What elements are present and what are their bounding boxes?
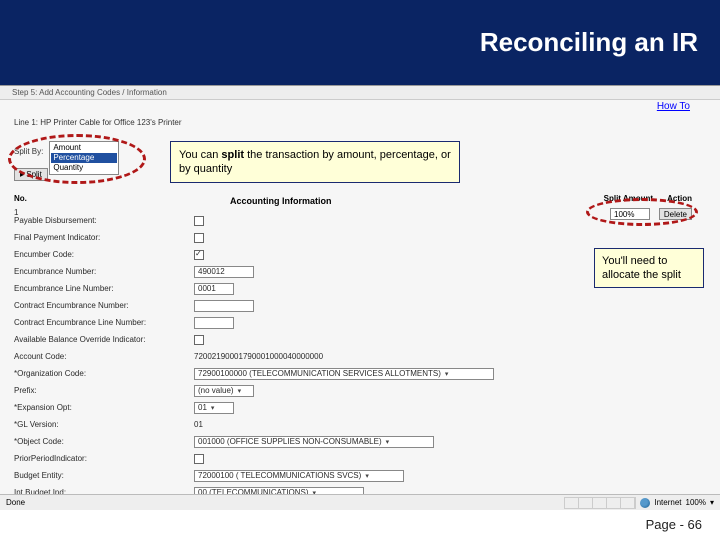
label-final-pay: Final Payment Indicator:	[14, 233, 194, 242]
callout-allocate: You'll need to allocate the split	[594, 248, 704, 288]
chevron-down-icon[interactable]: ▾	[710, 498, 714, 507]
label-payable-disb: Payable Disbursement:	[14, 216, 194, 225]
split-option-quantity[interactable]: Quantity	[51, 163, 117, 173]
input-enc-num[interactable]: 490012	[194, 266, 254, 278]
content-area: Step 5: Add Accounting Codes / Informati…	[0, 85, 720, 510]
label-avail-bal: Available Balance Override Indicator:	[14, 335, 194, 344]
select-prefix[interactable]: (no value)	[194, 385, 254, 397]
checkbox-prior-period[interactable]	[194, 454, 204, 464]
label-budget-ent: Budget Entity:	[14, 471, 194, 480]
value-acct-code: 72002190001790001000040000000	[194, 352, 323, 361]
split-button[interactable]: ▸ Split	[14, 168, 48, 181]
status-cells	[564, 497, 636, 509]
label-ctr-enc: Contract Encumbrance Number:	[14, 301, 194, 310]
label-gl-ver: *GL Version:	[14, 420, 194, 429]
status-zoom: 100%	[686, 498, 706, 507]
checkbox-payable-disb[interactable]	[194, 216, 204, 226]
status-bar: Done Internet 100% ▾	[0, 494, 720, 510]
col-header-action: Action	[667, 194, 692, 203]
col-right-headers: Split Amount Action	[604, 194, 692, 203]
accounting-info-header: Accounting Information	[230, 196, 332, 206]
slide-title: Reconciling an IR	[480, 27, 698, 58]
label-enc-num: Encumbrance Number:	[14, 267, 194, 276]
label-enc-code: Encumber Code:	[14, 250, 194, 259]
howto-link[interactable]: How To	[657, 101, 690, 112]
step-label: Step 5: Add Accounting Codes / Informati…	[0, 86, 720, 100]
label-acct-code: Account Code:	[14, 352, 194, 361]
select-obj-code[interactable]: 001000 (OFFICE SUPPLIES NON-CONSUMABLE)	[194, 436, 434, 448]
select-org-code[interactable]: 72900100000 (TELECOMMUNICATION SERVICES …	[194, 368, 494, 380]
label-org-code: *Organization Code:	[14, 369, 194, 378]
callout-split-info: You can split the transaction by amount,…	[170, 141, 460, 183]
col-header-split-amount: Split Amount	[604, 194, 653, 203]
callout-split-bold: split	[221, 149, 244, 161]
split-by-select[interactable]: Amount Percentage Quantity	[49, 141, 119, 175]
status-done: Done	[6, 498, 25, 507]
checkbox-final-pay[interactable]	[194, 233, 204, 243]
label-exp-opt: *Expansion Opt:	[14, 403, 194, 412]
split-option-amount[interactable]: Amount	[51, 143, 117, 153]
split-amount-cell: 100%	[610, 208, 650, 220]
checkbox-enc-code[interactable]	[194, 250, 204, 260]
label-prefix: Prefix:	[14, 386, 194, 395]
slide-footer-page: Page - 66	[646, 517, 702, 532]
input-enc-line[interactable]: 0001	[194, 283, 234, 295]
split-by-label: Split By:	[14, 141, 43, 156]
split-amount-input[interactable]: 100%	[610, 208, 650, 220]
label-obj-code: *Object Code:	[14, 437, 194, 446]
label-enc-line: Encumbrance Line Number:	[14, 284, 194, 293]
callout-split-pre: You can	[179, 149, 221, 161]
line-description: Line 1: HP Printer Cable for Office 123'…	[14, 118, 182, 127]
select-budget-ent[interactable]: 72000100 ( TELECOMMUNICATIONS SVCS)	[194, 470, 404, 482]
input-ctr-enc-line[interactable]	[194, 317, 234, 329]
value-gl-ver: 01	[194, 420, 203, 429]
status-zone: Internet	[654, 498, 681, 507]
label-ctr-enc-line: Contract Encumbrance Line Number:	[14, 318, 194, 327]
col-header-no: No.	[14, 194, 27, 203]
select-exp-opt[interactable]: 01	[194, 402, 234, 414]
slide-title-bar: Reconciling an IR	[0, 0, 720, 85]
accounting-form: 1 Payable Disbursement: Final Payment In…	[14, 208, 494, 510]
globe-icon	[640, 498, 650, 508]
input-ctr-enc[interactable]	[194, 300, 254, 312]
checkbox-avail-bal[interactable]	[194, 335, 204, 345]
delete-button[interactable]: Delete	[659, 208, 692, 220]
label-prior-period: PriorPeriodIndicator:	[14, 454, 194, 463]
split-option-percentage[interactable]: Percentage	[51, 153, 117, 163]
